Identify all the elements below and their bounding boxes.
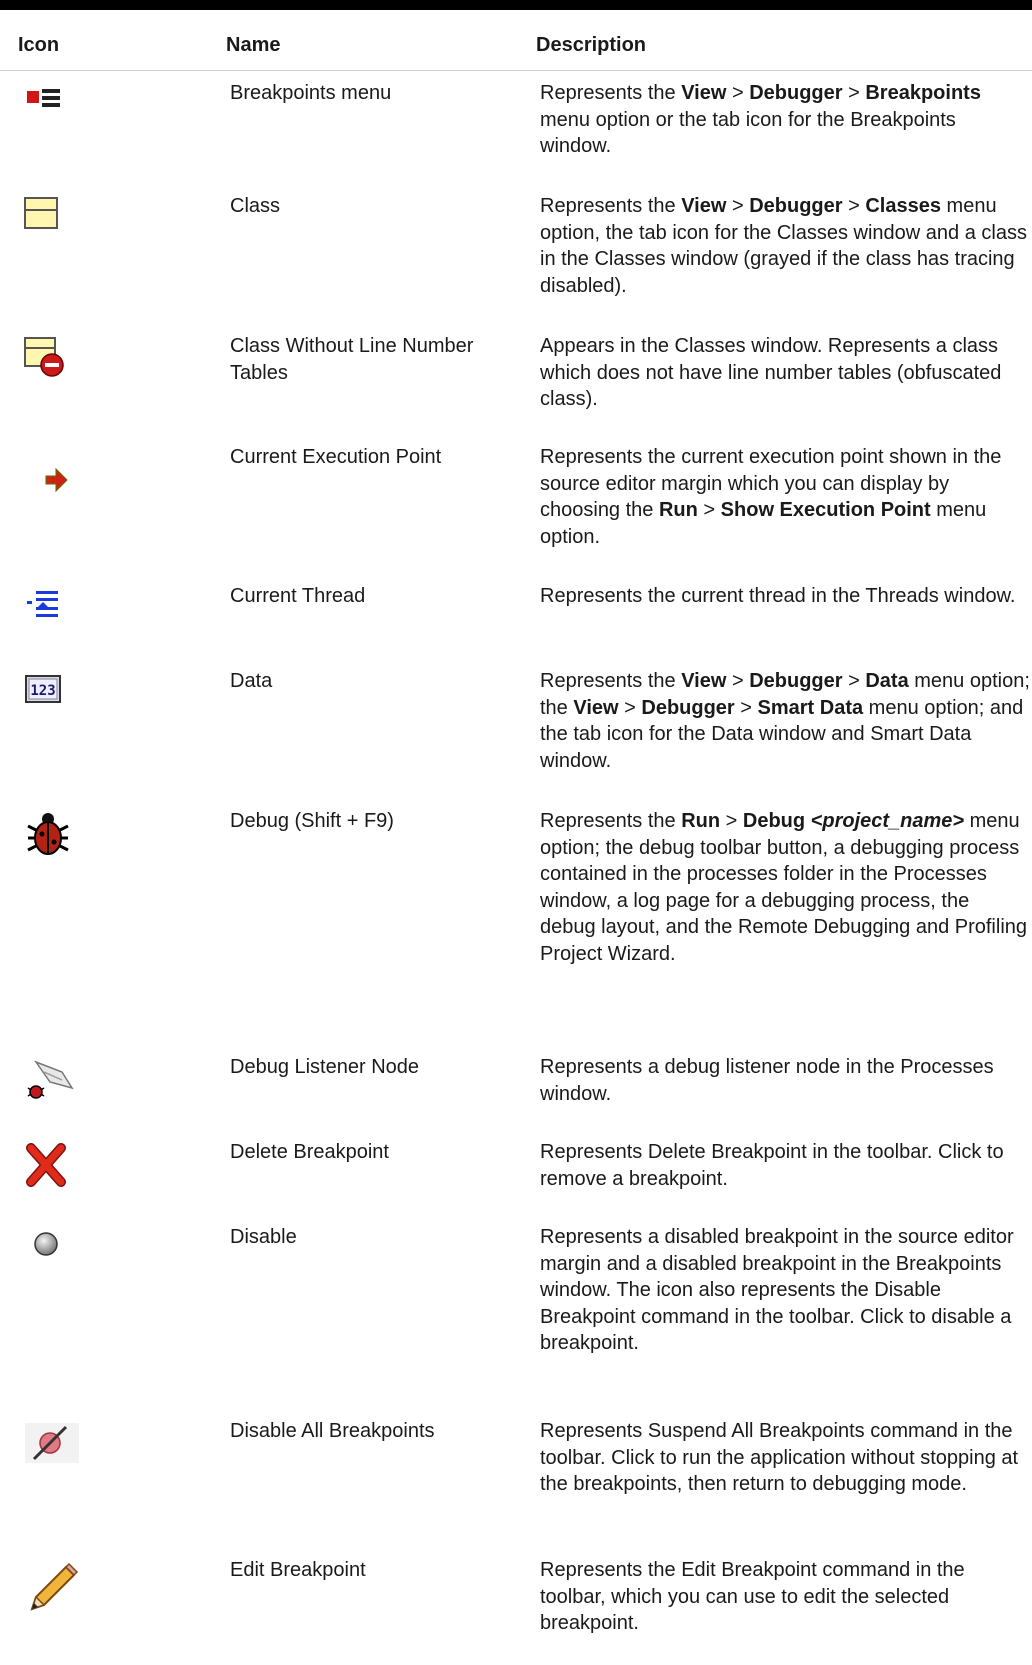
row-name: Debug (Shift + F9) [230, 810, 394, 832]
edit-breakpoint-pencil-icon [22, 1559, 82, 1619]
class-icon [22, 195, 82, 255]
row-description: Represents Suspend All Breakpoints comma… [540, 1420, 1019, 1496]
bold-term: View [681, 195, 727, 217]
bold-term: Run [658, 499, 698, 522]
bold-term: Run [681, 810, 721, 832]
row-description: Represents a disabled breakpoint in the … [540, 1226, 1014, 1355]
breakpoints-menu-icon [22, 82, 82, 142]
row-description: Represents the current thread in the Thr… [540, 585, 1016, 607]
execution-point-icon [22, 446, 82, 506]
header-name: Name [226, 34, 281, 56]
row-description: Represents the View > Debugger > Breakpo… [540, 82, 981, 158]
row-description: Represents a debug listener node in the … [540, 1056, 994, 1105]
bold-term: Show Execution Point [720, 499, 931, 522]
row-name: Breakpoints menu [230, 82, 392, 104]
bold-term: Debug [742, 810, 806, 832]
current-thread-icon [22, 585, 82, 645]
bold-term: View [573, 696, 619, 719]
bold-term: Smart Data [757, 696, 864, 719]
disable-all-breakpoints-icon [22, 1420, 82, 1480]
row-name: Current Execution Point [230, 446, 442, 468]
row-description: Appears in the Classes window. Represent… [540, 335, 1002, 411]
icon-reference-table: Icon Name Description Breakpoints menu R… [0, 0, 1032, 1665]
delete-breakpoint-icon [22, 1141, 82, 1201]
row-name: Debug Listener Node [230, 1056, 420, 1078]
bold-term: View [681, 82, 727, 104]
bold-term: Debugger [749, 82, 843, 104]
disabled-breakpoint-icon [22, 1226, 82, 1286]
row-name: Class [230, 195, 281, 217]
svg-text:123: 123 [30, 683, 55, 699]
bold-term: Debugger [749, 670, 843, 692]
row-description: Represents the Run > Debug <project_name… [540, 810, 1028, 965]
row-description: Represents the View > Debugger > Classes… [540, 195, 1027, 297]
row-description: Represents the Edit Breakpoint command i… [540, 1559, 965, 1635]
row-name: Edit Breakpoint [230, 1559, 366, 1581]
row-name: Disable [230, 1226, 297, 1248]
bold-term: <project_name> [810, 810, 965, 832]
bold-term: Data [865, 670, 909, 692]
table-top-rule [0, 0, 1032, 10]
row-name: Data [230, 670, 273, 692]
class-no-line-numbers-icon [22, 335, 82, 395]
bold-term: View [681, 670, 727, 692]
bold-term: Debugger [749, 195, 843, 217]
bold-term: Breakpoints [865, 82, 981, 104]
bold-term: Classes [865, 195, 941, 217]
row-description: Represents the current execution point s… [540, 446, 1002, 548]
row-name: Disable All Breakpoints [230, 1420, 435, 1442]
row-name: Current Thread [230, 585, 366, 607]
header-icon: Icon [18, 34, 60, 56]
table-header: Icon Name Description [0, 10, 1032, 71]
row-description: Represents the View > Debugger > Data me… [540, 670, 1030, 772]
row-name: Class Without Line Number Tables [230, 335, 474, 384]
bold-term: Debugger [641, 696, 735, 719]
debug-listener-node-icon [22, 1056, 82, 1116]
debug-bug-icon [22, 810, 82, 870]
row-description: Represents Delete Breakpoint in the tool… [540, 1141, 1004, 1190]
row-name: Delete Breakpoint [230, 1141, 389, 1163]
header-description: Description [536, 34, 647, 56]
data-icon: 123 [22, 670, 82, 730]
